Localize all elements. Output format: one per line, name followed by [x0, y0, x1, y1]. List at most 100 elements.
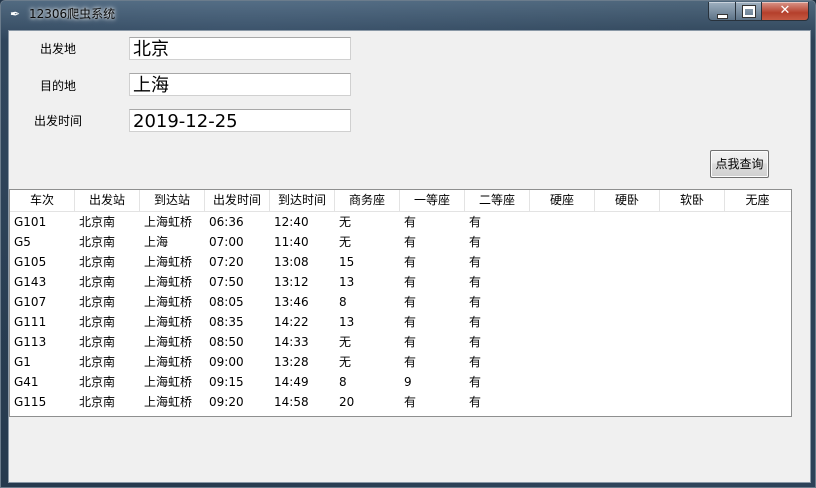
- column-header[interactable]: 出发站: [75, 190, 140, 211]
- table-cell: [725, 332, 790, 352]
- title-bar[interactable]: ✒ 12306爬虫系统 ✕: [1, 1, 815, 27]
- table-cell: 有: [469, 235, 482, 249]
- table-cell: 北京南: [79, 315, 116, 329]
- table-cell: G113: [14, 335, 47, 349]
- table-cell: 有: [404, 315, 417, 329]
- table-cell: 06:36: [209, 215, 244, 229]
- table-cell: [595, 272, 660, 292]
- table-row[interactable]: G41 北京南 上海虹桥 09:15 14:49 8 9 有: [10, 372, 791, 392]
- table-cell: [595, 332, 660, 352]
- feather-icon: ✒: [9, 7, 21, 21]
- table-cell: 有: [469, 355, 482, 369]
- table-cell: [530, 312, 595, 332]
- table-cell: 07:20: [209, 255, 244, 269]
- table-cell: [725, 272, 790, 292]
- table-row[interactable]: G115 北京南 上海虹桥 09:20 14:58 20 有 有: [10, 392, 791, 412]
- table-cell: 北京南: [79, 375, 116, 389]
- table-cell: 有: [404, 215, 417, 229]
- column-header[interactable]: 硬卧: [595, 190, 660, 211]
- table-cell: 有: [404, 235, 417, 249]
- table-cell: 有: [469, 215, 482, 229]
- table-row[interactable]: G107 北京南 上海虹桥 08:05 13:46 8 有 有: [10, 292, 791, 312]
- table-cell: 上海虹桥: [144, 215, 193, 229]
- table-cell: [725, 312, 790, 332]
- destination-label: 目的地: [40, 79, 77, 93]
- table-cell: 13: [339, 275, 355, 289]
- table-cell: [660, 292, 725, 312]
- close-button[interactable]: ✕: [761, 2, 809, 21]
- column-header[interactable]: 软卧: [660, 190, 725, 211]
- table-cell: 09:20: [209, 395, 244, 409]
- table-cell: 13:28: [274, 355, 309, 369]
- table-cell: 有: [469, 275, 482, 289]
- table-cell: 07:50: [209, 275, 244, 289]
- results-table: 车次 出发站 到达站 出发时间 到达时间 商务座 一等座 二等座 硬座 硬卧 软卧 无座 G101 北京…: [9, 189, 792, 417]
- table-cell: [595, 292, 660, 312]
- table-row[interactable]: G105 北京南 上海虹桥 07:20 13:08 15 有 有: [10, 252, 791, 272]
- table-cell: 上海虹桥: [144, 255, 193, 269]
- table-cell: 09:00: [209, 355, 244, 369]
- column-header[interactable]: 车次: [10, 190, 75, 211]
- table-cell: 07:00: [209, 235, 244, 249]
- table-row[interactable]: G143 北京南 上海虹桥 07:50 13:12 13 有 有: [10, 272, 791, 292]
- table-row[interactable]: G101 北京南 上海虹桥 06:36 12:40 无 有 有: [10, 212, 791, 232]
- table-row[interactable]: G5 北京南 上海 07:00 11:40 无 有 有: [10, 232, 791, 252]
- table-cell: 上海虹桥: [144, 355, 193, 369]
- table-cell: [725, 352, 790, 372]
- column-header[interactable]: 到达时间: [270, 190, 335, 211]
- table-cell: 13:12: [274, 275, 309, 289]
- table-cell: [660, 332, 725, 352]
- column-header[interactable]: 一等座: [400, 190, 465, 211]
- table-cell: [595, 312, 660, 332]
- column-header[interactable]: 硬座: [530, 190, 595, 211]
- table-cell: [530, 332, 595, 352]
- table-cell: 14:22: [274, 315, 309, 329]
- table-cell: 北京南: [79, 255, 116, 269]
- column-header[interactable]: 无座: [725, 190, 790, 211]
- column-header[interactable]: 到达站: [140, 190, 205, 211]
- table-cell: G111: [14, 315, 47, 329]
- table-cell: 北京南: [79, 295, 116, 309]
- table-cell: 有: [469, 295, 482, 309]
- table-cell: 北京南: [79, 355, 116, 369]
- query-button[interactable]: 点我查询: [710, 150, 769, 178]
- minimize-icon: [716, 14, 728, 19]
- table-cell: [725, 212, 790, 232]
- table-row[interactable]: G1 北京南 上海虹桥 09:00 13:28 无 有 有: [10, 352, 791, 372]
- table-cell: [595, 392, 660, 412]
- destination-input[interactable]: 上海: [129, 73, 351, 96]
- table-cell: 有: [469, 375, 482, 389]
- minimize-button[interactable]: [708, 2, 736, 21]
- table-cell: [660, 312, 725, 332]
- maximize-button[interactable]: [735, 2, 762, 21]
- departure-input[interactable]: 北京: [129, 37, 351, 60]
- table-cell: [530, 392, 595, 412]
- table-cell: 无: [339, 215, 352, 229]
- table-row[interactable]: G113 北京南 上海虹桥 08:50 14:33 无 有 有: [10, 332, 791, 352]
- date-input[interactable]: 2019-12-25: [129, 109, 351, 132]
- table-cell: 15: [339, 255, 355, 269]
- table-cell: [595, 372, 660, 392]
- table-cell: [595, 252, 660, 272]
- table-cell: 上海虹桥: [144, 275, 193, 289]
- table-cell: [725, 292, 790, 312]
- column-header[interactable]: 出发时间: [205, 190, 270, 211]
- table-cell: [660, 232, 725, 252]
- table-cell: 14:33: [274, 335, 309, 349]
- table-cell: G115: [14, 395, 47, 409]
- table-cell: [660, 372, 725, 392]
- table-row[interactable]: G111 北京南 上海虹桥 08:35 14:22 13 有 有: [10, 312, 791, 332]
- table-cell: G41: [14, 375, 39, 389]
- client-area: 出发地 北京 目的地 上海 出发时间 2019-12-25 点我查询 车次 出发站…: [8, 30, 811, 483]
- table-cell: [660, 252, 725, 272]
- maximize-icon: [741, 5, 756, 18]
- table-cell: [660, 272, 725, 292]
- column-header[interactable]: 二等座: [465, 190, 530, 211]
- column-header[interactable]: 商务座: [335, 190, 400, 211]
- table-cell: 上海虹桥: [144, 395, 193, 409]
- date-label: 出发时间: [34, 114, 83, 128]
- table-cell: [530, 272, 595, 292]
- table-cell: 有: [404, 395, 417, 409]
- table-cell: [530, 372, 595, 392]
- close-icon: ✕: [779, 3, 791, 18]
